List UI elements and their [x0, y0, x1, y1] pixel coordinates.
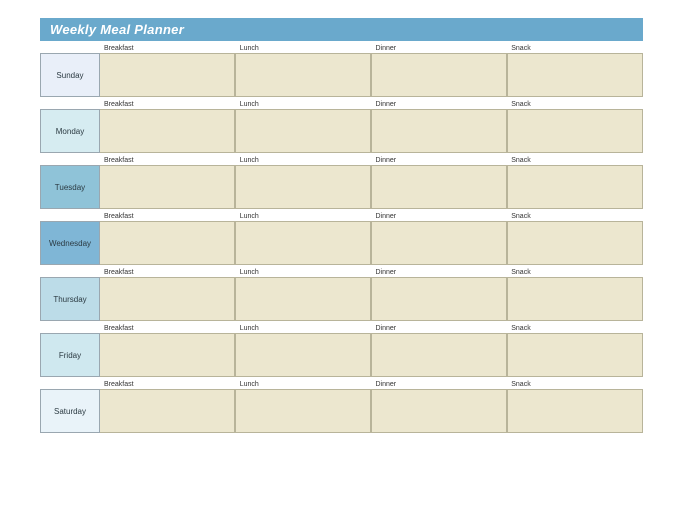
day-row: Tuesday	[40, 165, 643, 209]
meal-column-header: Snack	[507, 43, 643, 53]
meal-cell[interactable]	[100, 53, 235, 97]
meal-cell[interactable]	[235, 333, 371, 377]
meal-cell[interactable]	[507, 389, 643, 433]
meal-column-header: Lunch	[236, 155, 372, 165]
meal-column-header: Breakfast	[100, 211, 236, 221]
meal-cell[interactable]	[507, 221, 643, 265]
header-spacer	[40, 43, 100, 53]
meal-cell[interactable]	[100, 165, 235, 209]
meal-column-header: Dinner	[372, 379, 508, 389]
day-block: BreakfastLunchDinnerSnackFriday	[40, 323, 643, 377]
meal-header-row: BreakfastLunchDinnerSnack	[40, 211, 643, 221]
meal-column-header: Lunch	[236, 99, 372, 109]
meal-cell[interactable]	[235, 109, 371, 153]
meal-cell[interactable]	[100, 389, 235, 433]
meal-column-header: Dinner	[372, 211, 508, 221]
header-spacer	[40, 323, 100, 333]
meal-column-header: Snack	[507, 323, 643, 333]
meal-cell[interactable]	[235, 53, 371, 97]
meal-cell[interactable]	[507, 53, 643, 97]
day-label: Wednesday	[40, 221, 100, 265]
meal-header-row: BreakfastLunchDinnerSnack	[40, 43, 643, 53]
meal-cell[interactable]	[235, 221, 371, 265]
meal-column-header: Breakfast	[100, 379, 236, 389]
days-container: BreakfastLunchDinnerSnackSundayBreakfast…	[40, 43, 643, 433]
day-row: Sunday	[40, 53, 643, 97]
day-block: BreakfastLunchDinnerSnackMonday	[40, 99, 643, 153]
day-row: Saturday	[40, 389, 643, 433]
meal-column-header: Lunch	[236, 323, 372, 333]
meal-header-row: BreakfastLunchDinnerSnack	[40, 323, 643, 333]
meal-cell[interactable]	[371, 109, 507, 153]
meal-cell[interactable]	[235, 389, 371, 433]
meal-column-header: Breakfast	[100, 99, 236, 109]
meal-header-row: BreakfastLunchDinnerSnack	[40, 99, 643, 109]
meal-column-header: Breakfast	[100, 155, 236, 165]
meal-column-header: Snack	[507, 155, 643, 165]
meal-cell[interactable]	[235, 277, 371, 321]
day-row: Friday	[40, 333, 643, 377]
header-spacer	[40, 379, 100, 389]
meal-column-header: Dinner	[372, 155, 508, 165]
meal-column-header: Dinner	[372, 43, 508, 53]
meal-cell[interactable]	[371, 53, 507, 97]
meal-column-header: Snack	[507, 211, 643, 221]
day-block: BreakfastLunchDinnerSnackTuesday	[40, 155, 643, 209]
meal-column-header: Snack	[507, 267, 643, 277]
header-spacer	[40, 155, 100, 165]
day-block: BreakfastLunchDinnerSnackSunday	[40, 43, 643, 97]
day-block: BreakfastLunchDinnerSnackThursday	[40, 267, 643, 321]
meal-column-header: Dinner	[372, 267, 508, 277]
meal-cell[interactable]	[100, 333, 235, 377]
day-label: Thursday	[40, 277, 100, 321]
meal-cell[interactable]	[371, 389, 507, 433]
meal-cell[interactable]	[100, 221, 235, 265]
meal-cell[interactable]	[507, 333, 643, 377]
meal-column-header: Breakfast	[100, 323, 236, 333]
meal-column-header: Dinner	[372, 99, 508, 109]
header-spacer	[40, 99, 100, 109]
meal-header-row: BreakfastLunchDinnerSnack	[40, 379, 643, 389]
day-label: Friday	[40, 333, 100, 377]
header-spacer	[40, 211, 100, 221]
day-row: Wednesday	[40, 221, 643, 265]
meal-cell[interactable]	[371, 333, 507, 377]
meal-column-header: Snack	[507, 99, 643, 109]
meal-column-header: Lunch	[236, 379, 372, 389]
day-label: Tuesday	[40, 165, 100, 209]
day-label: Monday	[40, 109, 100, 153]
day-row: Monday	[40, 109, 643, 153]
meal-cell[interactable]	[235, 165, 371, 209]
page-title: Weekly Meal Planner	[40, 18, 643, 41]
meal-cell[interactable]	[371, 277, 507, 321]
meal-column-header: Lunch	[236, 267, 372, 277]
meal-cell[interactable]	[507, 109, 643, 153]
day-label: Saturday	[40, 389, 100, 433]
meal-column-header: Breakfast	[100, 267, 236, 277]
meal-cell[interactable]	[371, 221, 507, 265]
meal-planner-sheet: Weekly Meal Planner BreakfastLunchDinner…	[0, 0, 675, 451]
meal-header-row: BreakfastLunchDinnerSnack	[40, 267, 643, 277]
meal-cell[interactable]	[507, 277, 643, 321]
day-label: Sunday	[40, 53, 100, 97]
meal-column-header: Breakfast	[100, 43, 236, 53]
meal-column-header: Lunch	[236, 43, 372, 53]
meal-cell[interactable]	[507, 165, 643, 209]
meal-cell[interactable]	[100, 109, 235, 153]
meal-column-header: Lunch	[236, 211, 372, 221]
header-spacer	[40, 267, 100, 277]
meal-cell[interactable]	[371, 165, 507, 209]
meal-column-header: Dinner	[372, 323, 508, 333]
meal-column-header: Snack	[507, 379, 643, 389]
meal-cell[interactable]	[100, 277, 235, 321]
day-row: Thursday	[40, 277, 643, 321]
meal-header-row: BreakfastLunchDinnerSnack	[40, 155, 643, 165]
day-block: BreakfastLunchDinnerSnackWednesday	[40, 211, 643, 265]
day-block: BreakfastLunchDinnerSnackSaturday	[40, 379, 643, 433]
